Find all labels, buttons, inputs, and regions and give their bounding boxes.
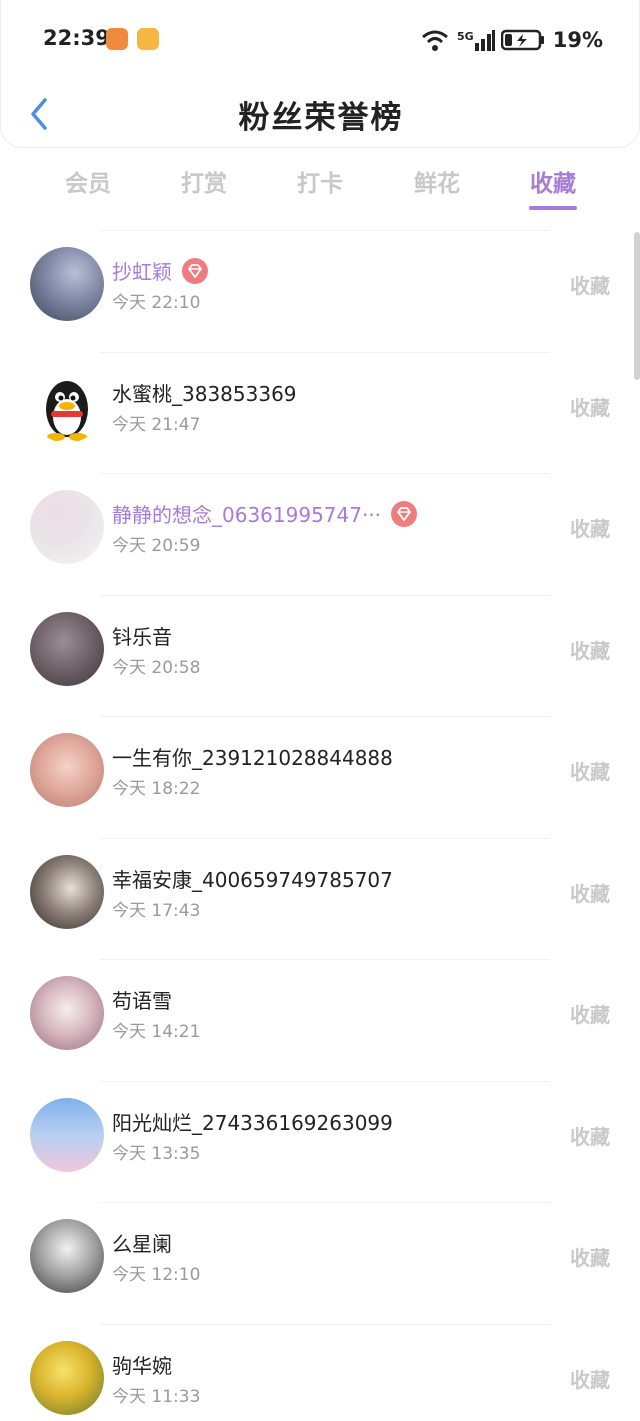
penguin-icon (46, 380, 88, 441)
active-tab-indicator (529, 206, 577, 210)
avatar[interactable] (30, 1219, 104, 1293)
avatar[interactable] (30, 976, 104, 1050)
list-item: 驹华婉 今天 11:33 收藏 (0, 1323, 640, 1421)
list-item: 苟语雪 今天 14:21 收藏 (0, 959, 640, 1081)
fan-name[interactable]: 钭乐音 (112, 621, 172, 650)
tab-reward[interactable]: 打赏 (181, 164, 227, 198)
favorite-label: 收藏 (570, 638, 610, 663)
favorite-label: 收藏 (570, 1246, 610, 1270)
favorite-label: 收藏 (570, 274, 610, 298)
favorite-label: 收藏 (570, 760, 610, 784)
page-title: 粉丝荣誉榜 (238, 100, 404, 136)
timestamp: 今天 20:58 (112, 657, 201, 678)
timestamp: 今天 17:43 (112, 900, 201, 921)
tab-checkin[interactable]: 打卡 (297, 164, 343, 198)
list-item: 一生有你_239121028844888 今天 18:22 收藏 (0, 716, 640, 838)
avatar[interactable] (30, 733, 104, 807)
diamond-badge-icon (182, 257, 208, 284)
favorite-label: 收藏 (570, 517, 610, 541)
favorite-label: 收藏 (570, 1003, 610, 1027)
timestamp: 今天 12:10 (112, 1265, 201, 1285)
avatar[interactable] (30, 1097, 104, 1172)
list-item: 抄虹颖 今天 22:10 收藏 (0, 230, 640, 352)
favorite-label: 收藏 (570, 1124, 610, 1149)
fan-name[interactable]: 静静的想念_06361995747··· (112, 499, 381, 528)
avatar[interactable] (30, 854, 104, 929)
status-time: 22:39 (43, 26, 110, 50)
avatar[interactable] (30, 1340, 104, 1415)
wifi-icon (421, 30, 448, 51)
taobao-app-icon (106, 28, 128, 50)
timestamp: 今天 14:21 (112, 1022, 201, 1042)
scrollbar[interactable] (634, 232, 640, 380)
avatar[interactable] (30, 368, 104, 443)
fan-name[interactable]: 一生有你_239121028844888 (112, 742, 393, 771)
weibo-app-icon (137, 28, 159, 50)
fan-name[interactable]: 抄虹颖 (112, 256, 172, 285)
battery-icon (500, 29, 544, 51)
fan-name[interactable]: 么星阑 (112, 1228, 172, 1257)
header-card: 22:39 5G 19% 粉丝荣誉榜 (0, 0, 640, 148)
list-item: 钭乐音 今天 20:58 收藏 (0, 594, 640, 717)
avatar[interactable] (30, 611, 104, 686)
timestamp: 今天 22:10 (112, 293, 201, 313)
svg-text:5G: 5G (457, 30, 474, 43)
fan-name[interactable]: 阳光灿烂_274336169263099 (112, 1107, 393, 1136)
tab-member[interactable]: 会员 (65, 164, 111, 198)
list-item: 幸福安康_400659749785707 今天 17:43 收藏 (0, 837, 640, 960)
fan-name[interactable]: 苟语雪 (112, 985, 172, 1014)
timestamp: 今天 13:35 (112, 1143, 201, 1164)
fan-name[interactable]: 驹华婉 (112, 1350, 172, 1379)
avatar[interactable] (30, 247, 104, 321)
fan-name[interactable]: 水蜜桃_383853369 (112, 378, 297, 407)
list-item: 阳光灿烂_274336169263099 今天 13:35 收藏 (0, 1080, 640, 1203)
list-item: 么星阑 今天 12:10 收藏 (0, 1202, 640, 1324)
favorite-label: 收藏 (570, 395, 610, 420)
favorite-label: 收藏 (570, 881, 610, 906)
tab-favorites[interactable]: 收藏 (530, 164, 576, 198)
timestamp: 今天 11:33 (112, 1386, 201, 1407)
cellular-signal-icon: 5G (457, 30, 495, 51)
fan-list: 抄虹颖 今天 22:10 收藏 水蜜桃_383853369 今天 21:47 收… (0, 230, 640, 1421)
avatar[interactable] (30, 490, 104, 564)
timestamp: 今天 18:22 (112, 779, 201, 799)
list-item: 静静的想念_06361995747··· 今天 20:59 收藏 (0, 473, 640, 595)
status-bar: 22:39 5G 19% (1, 0, 640, 80)
tab-flowers[interactable]: 鲜花 (414, 164, 460, 198)
diamond-badge-icon (391, 500, 418, 527)
fan-name[interactable]: 幸福安康_400659749785707 (112, 864, 393, 893)
battery-percent: 19% (552, 28, 603, 52)
timestamp: 今天 20:59 (112, 536, 201, 556)
list-item: 水蜜桃_383853369 今天 21:47 收藏 (0, 351, 640, 474)
favorite-label: 收藏 (570, 1367, 610, 1392)
timestamp: 今天 21:47 (112, 414, 201, 435)
nav-bar: 粉丝荣誉榜 (1, 84, 640, 144)
status-indicators: 5G 19% (419, 26, 603, 54)
tab-bar: 会员 打赏 打卡 鲜花 收藏 (0, 152, 640, 212)
